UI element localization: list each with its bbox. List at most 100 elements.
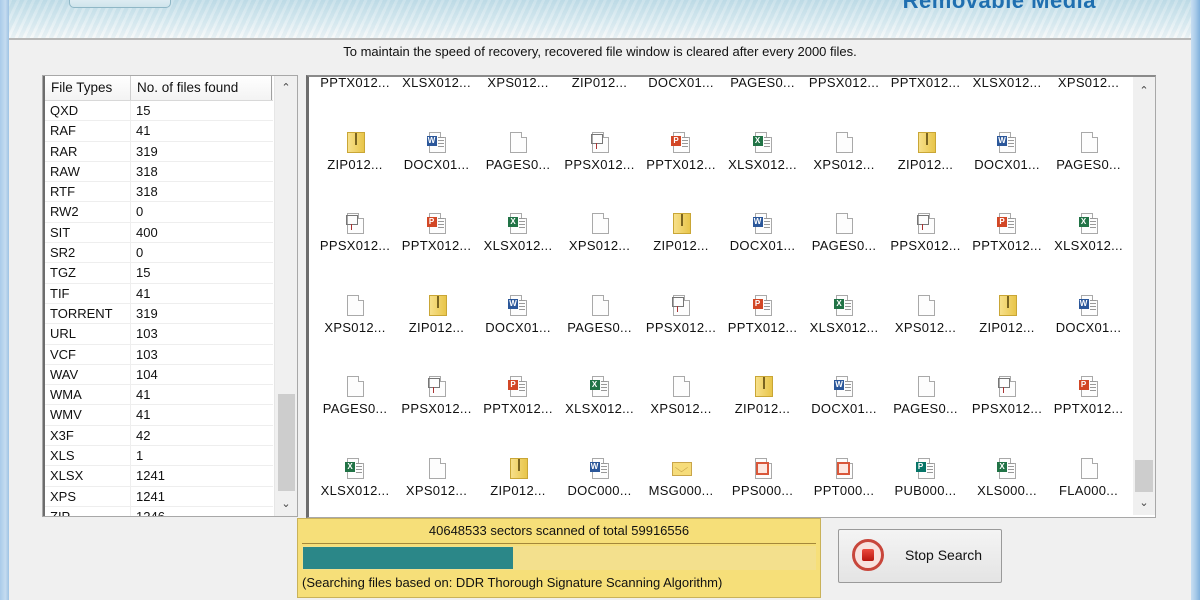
- recovered-file-item[interactable]: ZIP012...: [396, 294, 478, 336]
- table-row[interactable]: RTF 318: [45, 182, 273, 203]
- recovered-file-item[interactable]: XPS012...: [559, 212, 641, 254]
- table-row[interactable]: VCF 103: [45, 344, 273, 365]
- recovered-file-item[interactable]: X XLS000...: [966, 457, 1048, 499]
- banner-button[interactable]: [69, 0, 171, 8]
- recovered-file-item[interactable]: PPPTX012...: [722, 294, 804, 336]
- file-name-label: DOCX01...: [1055, 319, 1122, 335]
- table-row[interactable]: SR2 0: [45, 243, 273, 264]
- recovered-file-item[interactable]: XXLSX012...: [803, 294, 885, 336]
- file-types-scrollbar[interactable]: ⌃ ⌄: [274, 76, 297, 516]
- recovered-file-item[interactable]: PPPTX012...: [885, 77, 967, 91]
- recovered-file-item[interactable]: PPSX012...: [396, 375, 478, 417]
- scroll-down-icon[interactable]: ⌄: [1133, 493, 1155, 513]
- file-name-label: XLSX012...: [972, 77, 1042, 90]
- recovered-file-item[interactable]: XXLSX012...: [1048, 212, 1130, 254]
- table-row[interactable]: XPS 1241: [45, 486, 273, 507]
- recovered-file-item[interactable]: XPS012...: [803, 131, 885, 173]
- table-row[interactable]: WAV 104: [45, 364, 273, 386]
- recovered-file-item[interactable]: P PUB000...: [885, 457, 967, 499]
- scroll-down-icon[interactable]: ⌄: [275, 494, 297, 514]
- table-row[interactable]: RAF 41: [45, 121, 273, 142]
- recovered-file-item[interactable]: ZIP012...: [966, 294, 1048, 336]
- recovered-file-item[interactable]: XXLSX012...: [966, 77, 1048, 91]
- table-row[interactable]: WMV 41: [45, 405, 273, 426]
- recovered-file-item[interactable]: ZIP012...: [477, 457, 559, 499]
- table-row[interactable]: TGZ 15: [45, 263, 273, 284]
- table-row[interactable]: RW2 0: [45, 202, 273, 223]
- recovered-file-item[interactable]: XXLSX012...: [314, 457, 396, 499]
- recovered-file-item[interactable]: PAGES0...: [885, 375, 967, 417]
- table-row[interactable]: TORRENT 319: [45, 303, 273, 325]
- recovered-file-item[interactable]: PPPTX012...: [314, 77, 396, 91]
- recovered-file-item[interactable]: XXLSX012...: [477, 212, 559, 254]
- recovered-file-item[interactable]: PPSX012...: [966, 375, 1048, 417]
- scroll-up-icon[interactable]: ⌃: [275, 78, 297, 98]
- recovered-file-item[interactable]: PPPTX012...: [640, 131, 722, 173]
- recovered-file-item[interactable]: PAGES0...: [314, 375, 396, 417]
- recovered-file-item[interactable]: XPS012...: [396, 457, 478, 499]
- recovered-file-item[interactable]: PAGES0...: [803, 212, 885, 254]
- recovered-file-item[interactable]: XXLSX012...: [722, 131, 804, 173]
- recovered-file-item[interactable]: PPSX012...: [803, 77, 885, 91]
- recovered-file-item[interactable]: PAGES0...: [1048, 131, 1130, 173]
- recovered-file-item[interactable]: PPSX012...: [885, 212, 967, 254]
- recovered-file-item[interactable]: PPSX012...: [559, 131, 641, 173]
- recovered-file-item[interactable]: PAGES0...: [559, 294, 641, 336]
- recovered-file-item[interactable]: XPS012...: [314, 294, 396, 336]
- recovered-file-item[interactable]: ZIP012...: [722, 375, 804, 417]
- table-row[interactable]: ZIP1246: [45, 506, 273, 516]
- table-row[interactable]: QXD 15: [45, 101, 273, 122]
- recovered-file-item[interactable]: PAGES0...: [722, 77, 804, 91]
- recovered-file-item[interactable]: WDOCX01...: [1048, 294, 1130, 336]
- recovered-file-item[interactable]: PPSX012...: [640, 294, 722, 336]
- scan-progress-bar: [302, 546, 816, 570]
- recovered-file-item[interactable]: PPS000...: [722, 457, 804, 499]
- table-row[interactable]: RAW 318: [45, 161, 273, 183]
- recovered-file-item[interactable]: WDOCX01...: [477, 294, 559, 336]
- stop-search-button[interactable]: Stop Search: [838, 529, 1002, 583]
- recovered-file-item[interactable]: WDOCX01...: [396, 131, 478, 173]
- table-row[interactable]: SIT 400: [45, 222, 273, 244]
- recovered-file-item[interactable]: WDOCX01...: [722, 212, 804, 254]
- recovered-file-item[interactable]: WDOCX01...: [803, 375, 885, 417]
- recovered-file-item[interactable]: PPT000...: [803, 457, 885, 499]
- recovered-file-item[interactable]: ZIP012...: [885, 131, 967, 173]
- recovered-file-item[interactable]: ZIP012...: [559, 77, 641, 91]
- recovered-file-item[interactable]: PPSX012...: [314, 212, 396, 254]
- scrollbar-thumb[interactable]: [278, 394, 295, 491]
- table-row[interactable]: XLS 1: [45, 446, 273, 467]
- table-row[interactable]: URL 103: [45, 324, 273, 345]
- column-header-file-types[interactable]: File Types: [45, 76, 131, 100]
- table-row[interactable]: RAR 319: [45, 141, 273, 162]
- scrollbar-thumb[interactable]: [1135, 460, 1153, 492]
- recovered-file-item[interactable]: ZIP012...: [314, 131, 396, 173]
- column-header-files-found[interactable]: No. of files found: [131, 76, 272, 100]
- recovered-file-item[interactable]: ZIP012...: [640, 212, 722, 254]
- recovered-file-item[interactable]: WDOCX01...: [640, 77, 722, 91]
- recovered-file-item[interactable]: PAGES0...: [477, 131, 559, 173]
- recovered-file-item[interactable]: XPS012...: [477, 77, 559, 91]
- table-row[interactable]: TIF 41: [45, 283, 273, 304]
- recovered-file-item[interactable]: PPPTX012...: [477, 375, 559, 417]
- slideshow-file-icon: [344, 212, 366, 235]
- recovered-file-item[interactable]: XXLSX012...: [396, 77, 478, 91]
- recovered-file-item[interactable]: XXLSX012...: [559, 375, 641, 417]
- table-row[interactable]: XLSX 1241: [45, 466, 273, 487]
- table-row[interactable]: X3F 42: [45, 425, 273, 447]
- excel-file-icon: X: [507, 212, 529, 235]
- table-row[interactable]: WMA 41: [45, 385, 273, 406]
- recovered-file-item[interactable]: XPS012...: [640, 375, 722, 417]
- recovered-file-item[interactable]: FLA000...: [1048, 457, 1130, 499]
- recovered-file-item[interactable]: PPPTX012...: [1048, 375, 1130, 417]
- recovered-file-item[interactable]: PPPTX012...: [396, 212, 478, 254]
- recovered-file-item[interactable]: WDOCX01...: [966, 131, 1048, 173]
- recovered-files-scrollbar[interactable]: ⌃ ⌄: [1133, 77, 1155, 515]
- file-name-label: PPSX012...: [971, 401, 1043, 417]
- scroll-up-icon[interactable]: ⌃: [1133, 81, 1155, 101]
- recovered-file-item[interactable]: MSG000...: [640, 457, 722, 499]
- excel-file-icon: X: [344, 457, 366, 479]
- recovered-file-item[interactable]: XPS012...: [885, 294, 967, 336]
- recovered-file-item[interactable]: W DOC000...: [559, 457, 641, 499]
- recovered-file-item[interactable]: XPS012...: [1048, 77, 1130, 91]
- recovered-file-item[interactable]: PPPTX012...: [966, 212, 1048, 254]
